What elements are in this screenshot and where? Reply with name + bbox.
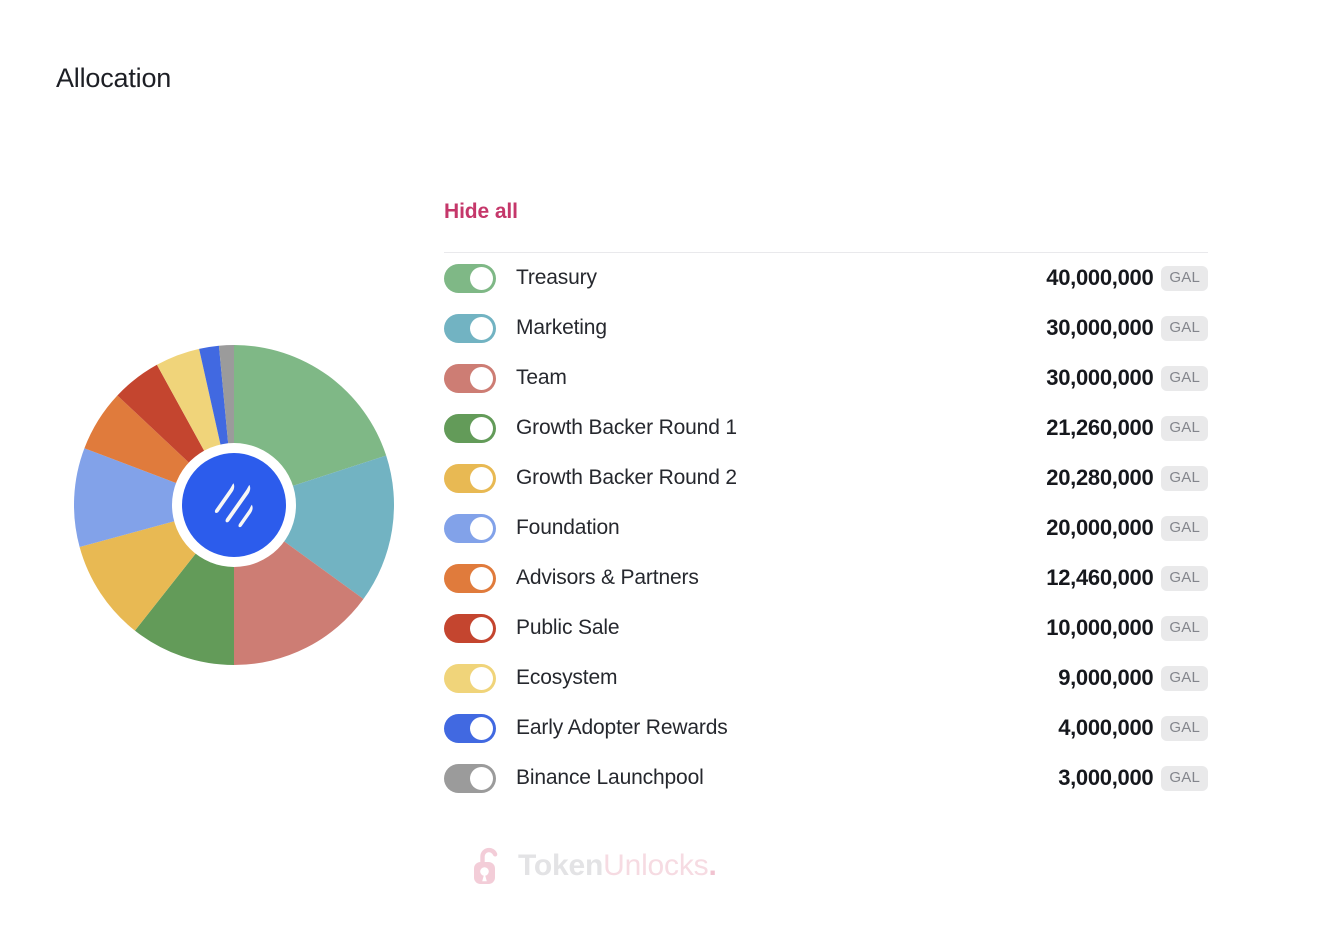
legend-value: 3,000,000 [1058,764,1153,792]
token-unit-badge: GAL [1161,716,1208,741]
legend-label: Advisors & Partners [516,564,1046,592]
token-unit-badge: GAL [1161,566,1208,591]
legend-row[interactable]: Public Sale10,000,000 GAL [444,603,1208,653]
legend-label: Foundation [516,514,1046,542]
legend-label: Marketing [516,314,1046,342]
token-unit-badge: GAL [1161,416,1208,441]
token-logo-badge [172,443,296,567]
toggle-knob [470,467,493,490]
galxe-logo-icon [200,471,268,539]
token-unit-badge: GAL [1161,616,1208,641]
toggle-knob [470,367,493,390]
toggle-knob [470,267,493,290]
legend-label: Binance Launchpool [516,764,1058,792]
toggle-knob [470,667,493,690]
legend-label: Ecosystem [516,664,1058,692]
toggle-knob [470,567,493,590]
legend-toggle[interactable] [444,314,496,343]
legend-toggle[interactable] [444,714,496,743]
legend-toggle[interactable] [444,514,496,543]
legend-label: Treasury [516,264,1046,292]
legend-row[interactable]: Marketing30,000,000 GAL [444,303,1208,353]
legend-value: 30,000,000 [1046,314,1153,342]
allocation-page: Allocation Hide all Treasury40,000,000 GA… [0,0,1319,929]
legend-toggle[interactable] [444,664,496,693]
unlock-icon [472,846,505,886]
legend-toggle[interactable] [444,264,496,293]
legend-label: Growth Backer Round 2 [516,464,1046,492]
legend-list: Treasury40,000,000GALMarketing30,000,000… [444,253,1208,803]
legend-value: 30,000,000 [1046,364,1153,392]
toggle-knob [470,317,493,340]
legend-panel: Hide all Treasury40,000,000GALMarketing3… [444,198,1208,803]
legend-row[interactable]: Team30,000,000 GAL [444,353,1208,403]
token-unit-badge: GAL [1161,666,1208,691]
legend-toggle[interactable] [444,614,496,643]
legend-row[interactable]: Growth Backer Round 220,280,000 GAL [444,453,1208,503]
legend-row[interactable]: Advisors & Partners12,460,000 GAL [444,553,1208,603]
watermark-brand-dot: . [708,849,716,882]
toggle-knob [470,717,493,740]
legend-value: 20,280,000 [1046,464,1153,492]
legend-label: Public Sale [516,614,1046,642]
toggle-knob [470,767,493,790]
legend-label: Team [516,364,1046,392]
legend-value: 21,260,000 [1046,414,1153,442]
galxe-logo-circle [182,453,286,557]
legend-toggle[interactable] [444,364,496,393]
toggle-knob [470,517,493,540]
legend-value: 4,000,000 [1058,714,1153,742]
legend-row[interactable]: Treasury40,000,000 GAL [444,253,1208,303]
legend-row[interactable]: Early Adopter Rewards4,000,000 GAL [444,703,1208,753]
legend-label: Early Adopter Rewards [516,714,1058,742]
toggle-knob [470,617,493,640]
legend-value: 10,000,000 [1046,614,1153,642]
legend-value: 9,000,000 [1058,664,1153,692]
legend-row[interactable]: Ecosystem9,000,000 GAL [444,653,1208,703]
token-unit-badge: GAL [1161,266,1208,291]
legend-value: 40,000,000 [1046,264,1153,292]
legend-toggle[interactable] [444,414,496,443]
watermark-brand-bold: Token [518,849,603,882]
legend-value: 12,460,000 [1046,564,1153,592]
tokenunlocks-watermark: TokenUnlocks. [472,846,717,886]
legend-toggle[interactable] [444,764,496,793]
legend-row[interactable]: Growth Backer Round 121,260,000 GAL [444,403,1208,453]
toggle-knob [470,417,493,440]
legend-label: Growth Backer Round 1 [516,414,1046,442]
legend-row[interactable]: Binance Launchpool3,000,000 GAL [444,753,1208,803]
page-title: Allocation [56,60,171,96]
hide-all-button[interactable]: Hide all [444,198,518,226]
allocation-donut-chart[interactable] [74,345,394,665]
watermark-brand-light: Unlocks [603,849,708,882]
token-unit-badge: GAL [1161,766,1208,791]
token-unit-badge: GAL [1161,516,1208,541]
legend-toggle[interactable] [444,464,496,493]
legend-toggle[interactable] [444,564,496,593]
token-unit-badge: GAL [1161,316,1208,341]
token-unit-badge: GAL [1161,466,1208,491]
legend-row[interactable]: Foundation20,000,000 GAL [444,503,1208,553]
watermark-text: TokenUnlocks. [518,847,717,885]
token-unit-badge: GAL [1161,366,1208,391]
legend-value: 20,000,000 [1046,514,1153,542]
